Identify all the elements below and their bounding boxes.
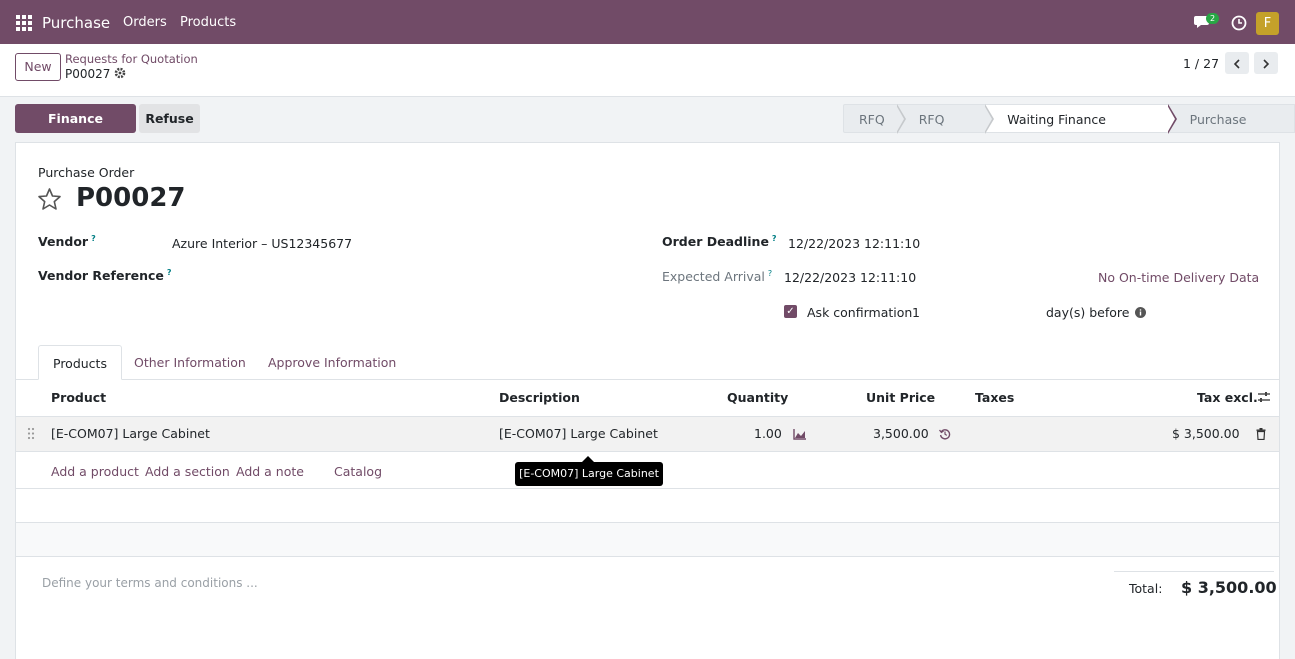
add-product-link[interactable]: Add a product [51,464,139,479]
tab-products[interactable]: Products [38,345,122,380]
stage-rfq[interactable]: RFQ [843,104,906,134]
record-type-label: Purchase Order [38,165,135,180]
total-value: $ 3,500.00 [1181,578,1277,597]
forecast-chart-icon[interactable] [793,428,807,440]
breadcrumb-current: P00027 [65,67,111,81]
terms-conditions-field[interactable]: Define your terms and conditions ... [42,576,258,590]
total-divider [1114,571,1274,572]
column-header-description[interactable]: Description [499,390,580,405]
new-button[interactable]: New [15,53,61,81]
column-header-unit-price[interactable]: Unit Price [866,390,935,405]
column-header-product[interactable]: Product [51,390,106,405]
optional-columns-icon[interactable] [1257,391,1271,403]
column-header-taxes[interactable]: Taxes [975,390,1014,405]
activity-clock-icon[interactable] [1231,15,1247,31]
days-before-label: day(s) before [1046,305,1130,320]
pager-value[interactable]: 1 / 27 [1183,56,1219,71]
finance-approval-button[interactable]: Finance Approval [15,104,136,155]
tab-other-information[interactable]: Other Information [120,345,260,380]
chevron-left-icon [1233,58,1240,69]
vendor-reference-field[interactable] [172,265,472,285]
vendor-field[interactable]: Azure Interior – US12345677 [172,236,352,251]
column-header-tax-excl[interactable]: Tax excl. [1197,390,1258,405]
menu-orders[interactable]: Orders [123,15,167,30]
apps-menu-icon[interactable] [16,15,32,31]
ask-confirmation-label: Ask confirmation [807,305,913,320]
pager-next-button[interactable] [1254,52,1278,74]
record-name: P00027 [76,183,186,213]
add-section-link[interactable]: Add a section [145,464,230,479]
star-icon[interactable] [37,187,62,211]
trash-icon[interactable] [1256,428,1266,440]
chevron-right-icon [1263,58,1270,69]
drag-handle-icon[interactable] [27,427,35,440]
total-label: Total: [1129,581,1163,596]
vendor-label: Vendor? [38,234,96,249]
pager-previous-button[interactable] [1225,52,1249,74]
column-header-quantity[interactable]: Quantity [727,390,788,405]
user-avatar[interactable]: F [1256,12,1279,35]
control-panel: New Requests for Quotation P00027 1 / 27 [0,44,1295,97]
add-note-link[interactable]: Add a note [236,464,304,479]
row-subtotal: $ 3,500.00 [1172,426,1240,441]
vendor-reference-label: Vendor Reference? [38,268,172,283]
product-tooltip: [E-COM07] Large Cabinet [515,456,663,486]
expected-arrival-label: Expected Arrival? [662,269,773,284]
catalog-button[interactable]: Catalog [334,464,382,479]
refuse-button[interactable]: Refuse [139,104,200,133]
row-description[interactable]: [E-COM07] Large Cabinet [499,426,658,441]
chat-count-badge: 2 [1206,13,1220,24]
top-navbar: Purchase Orders Products 2 F [0,0,1295,44]
info-icon[interactable] [1135,307,1146,318]
ontime-delivery-link[interactable]: No On-time Delivery Data [1098,270,1259,285]
stage-waiting-finance-approval[interactable]: Waiting Finance Approval [985,104,1177,156]
stage-rfq-sent[interactable]: RFQ Sent [896,104,995,156]
reminder-days-input[interactable]: 1 [912,305,920,320]
row-quantity[interactable]: 1.00 [754,426,782,441]
row-unit-price[interactable]: 3,500.00 [873,426,929,441]
ask-confirmation-checkbox[interactable]: ✓ [784,305,797,318]
gear-icon[interactable] [114,67,126,79]
tab-approve-information[interactable]: Approve Information [254,345,410,380]
app-name[interactable]: Purchase [42,14,110,32]
empty-row [16,489,1279,523]
menu-products[interactable]: Products [180,15,236,30]
row-product[interactable]: [E-COM07] Large Cabinet [51,426,210,441]
history-icon[interactable] [939,428,951,440]
form-sheet: Purchase Order P00027 Vendor? Azure Inte… [15,142,1280,659]
expected-arrival-field[interactable]: 12/22/2023 12:11:10 [784,270,916,285]
order-deadline-field[interactable]: 12/22/2023 12:11:10 [788,236,920,251]
order-deadline-label: Order Deadline? [662,234,777,249]
empty-row [16,523,1279,557]
breadcrumb-parent[interactable]: Requests for Quotation [65,52,198,66]
stage-purchase-order[interactable]: Purchase Order [1167,104,1295,156]
status-bar: RFQ RFQ Sent Waiting Finance Approval Pu… [843,104,1295,156]
